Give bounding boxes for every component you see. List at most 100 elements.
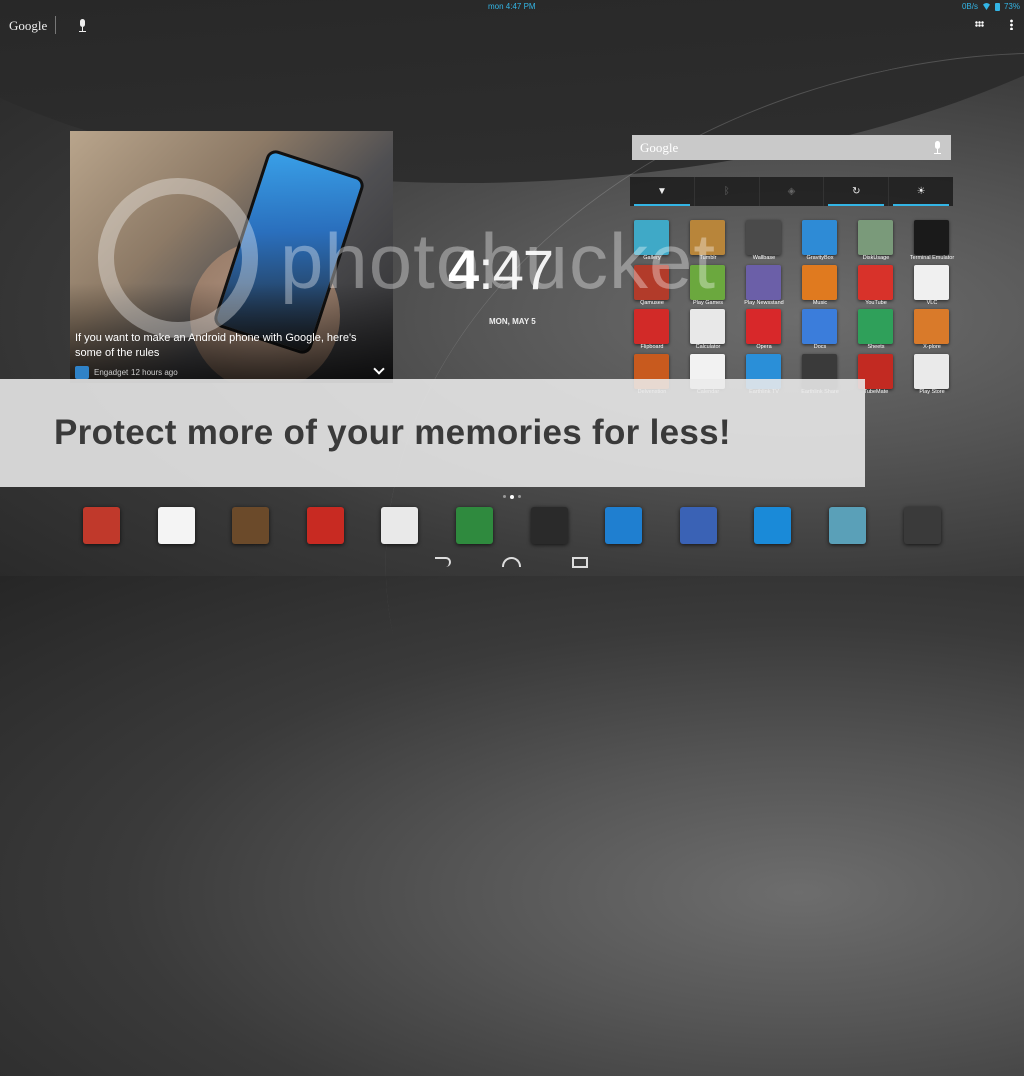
- app-music[interactable]: Music: [795, 264, 845, 307]
- engadget-feed-icon: [75, 366, 89, 379]
- battery-level: 73%: [1003, 2, 1020, 11]
- app-label: Wallbase: [752, 255, 776, 261]
- app-label: Qamusee: [640, 299, 664, 306]
- power-toggle-wifi[interactable]: ▼: [630, 177, 695, 206]
- battery-icon: [994, 2, 1000, 11]
- diskusage-icon: [858, 220, 893, 255]
- media-player-icon[interactable]: [531, 507, 568, 544]
- app-youtube[interactable]: YouTube: [851, 264, 901, 307]
- app-gravitybox[interactable]: GravityBox: [795, 220, 845, 262]
- power-toggle-brightness[interactable]: ☀: [889, 177, 953, 206]
- app-docs[interactable]: Docs: [795, 309, 845, 351]
- app-gallery[interactable]: Gallery: [627, 220, 677, 262]
- power-control-widget: ▼ ᛒ ◈ ↻ ☀: [630, 177, 953, 206]
- sync-icon: ↻: [852, 186, 861, 197]
- google-drive-icon[interactable]: [456, 507, 493, 544]
- app-label: Play Games: [693, 299, 723, 306]
- app-label: Tumblr: [699, 255, 717, 261]
- qamusee-icon: [634, 264, 669, 300]
- app-wallbase[interactable]: Wallbase: [739, 220, 789, 262]
- x-plore-icon: [914, 309, 949, 344]
- app-label: GravityBox: [806, 255, 834, 261]
- youtube-icon: [858, 264, 893, 300]
- app-opera[interactable]: Opera: [739, 309, 789, 351]
- status-bar: mon 4:47 PM 0B/s 73%: [0, 0, 1024, 14]
- play-games-icon: [690, 264, 725, 300]
- app-label: DiskUsage: [862, 255, 890, 261]
- browser-icon[interactable]: [680, 507, 717, 544]
- news-headline[interactable]: If you want to make an Android phone wit…: [75, 331, 375, 361]
- app-play-newsstand[interactable]: Play Newsstand: [739, 264, 789, 307]
- power-toggle-gps[interactable]: ◈: [760, 177, 825, 206]
- clock-widget[interactable]: 4:47: [448, 238, 554, 301]
- app-qamusee[interactable]: Qamusee: [627, 264, 677, 307]
- adobe-reader-icon[interactable]: [307, 507, 344, 544]
- gravitybox-icon: [802, 220, 837, 255]
- app-x-plore[interactable]: X-plore: [907, 309, 957, 351]
- app-calculator[interactable]: Calculator: [683, 309, 733, 351]
- book-reader-icon[interactable]: [232, 507, 269, 544]
- app-flipboard[interactable]: Flipboard: [627, 309, 677, 351]
- app-label: Flipboard: [640, 344, 664, 350]
- wifi-icon: ▼: [656, 186, 667, 197]
- file-manager-icon[interactable]: [829, 507, 866, 544]
- app-sheets[interactable]: Sheets: [851, 309, 901, 351]
- play-newsstand-icon: [746, 264, 781, 300]
- google-search-button[interactable]: Google: [9, 18, 47, 34]
- news-source: Engadget: [94, 368, 129, 377]
- app-label: Terminal Emulator: [909, 255, 955, 261]
- music-icon: [802, 264, 837, 300]
- app-tumblr[interactable]: Tumblr: [683, 220, 733, 262]
- opera-icon: [746, 309, 781, 344]
- quickpic-icon[interactable]: [605, 507, 642, 544]
- power-toggle-bluetooth[interactable]: ᛒ: [695, 177, 760, 206]
- app-play-games[interactable]: Play Games: [683, 264, 733, 307]
- app-label: VLC: [926, 299, 938, 306]
- app-vlc[interactable]: VLC: [907, 264, 957, 307]
- docs-icon: [802, 309, 837, 344]
- app-label: Play Newsstand: [744, 299, 784, 306]
- voice-search-mic-icon[interactable]: [79, 19, 86, 33]
- sheets-icon: [858, 309, 893, 344]
- power-toggle-sync[interactable]: ↻: [824, 177, 890, 206]
- all-apps-grid-icon[interactable]: [975, 21, 984, 27]
- status-time: mon 4:47 PM: [488, 2, 536, 11]
- promo-banner-text: Protect more of your memories for less!: [54, 413, 731, 452]
- app-label: Docs: [813, 344, 827, 350]
- status-indicators: 0B/s 73%: [962, 2, 1020, 11]
- clock-minutes: :47: [478, 238, 554, 301]
- page-dot[interactable]: [503, 495, 506, 498]
- app-label: YouTube: [865, 299, 887, 306]
- overflow-menu-icon[interactable]: [1010, 19, 1013, 30]
- gallery-icon: [634, 220, 669, 255]
- page-dot[interactable]: [510, 494, 514, 499]
- settings-sliders-icon[interactable]: [904, 507, 941, 544]
- google-search-widget[interactable]: Google: [632, 135, 951, 160]
- app-diskusage[interactable]: DiskUsage: [851, 220, 901, 262]
- play-store-icon: [914, 353, 949, 389]
- app-label: X-plore: [923, 344, 941, 350]
- app-terminal-emulator[interactable]: Terminal Emulator: [907, 220, 957, 262]
- bluetooth-icon: ᛒ: [723, 186, 730, 197]
- flipboard-icon: [634, 309, 669, 344]
- page-dot[interactable]: [518, 495, 521, 498]
- es-file-explorer-icon[interactable]: [754, 507, 791, 544]
- back-icon[interactable]: [435, 557, 451, 567]
- news-time: 12 hours ago: [131, 368, 178, 377]
- news-card[interactable]: If you want to make an Android phone wit…: [70, 131, 393, 383]
- app-label: Music: [812, 299, 828, 306]
- tumblr-icon: [690, 220, 725, 255]
- chrome-icon[interactable]: [83, 507, 120, 544]
- gmail-icon[interactable]: [158, 507, 195, 544]
- wallbase-icon: [746, 220, 781, 255]
- app-label: Gallery: [643, 255, 661, 261]
- app-play-store[interactable]: Play Store: [907, 353, 957, 396]
- app-label: Opera: [756, 344, 772, 350]
- gps-icon: ◈: [787, 186, 796, 197]
- onedrive-icon[interactable]: [381, 507, 418, 544]
- recent-apps-icon[interactable]: [572, 557, 588, 568]
- promo-banner[interactable]: Protect more of your memories for less!: [0, 379, 865, 487]
- widget-mic-icon[interactable]: [934, 141, 941, 155]
- calculator-icon: [690, 309, 725, 344]
- clock-date: MON, MAY 5: [489, 317, 536, 326]
